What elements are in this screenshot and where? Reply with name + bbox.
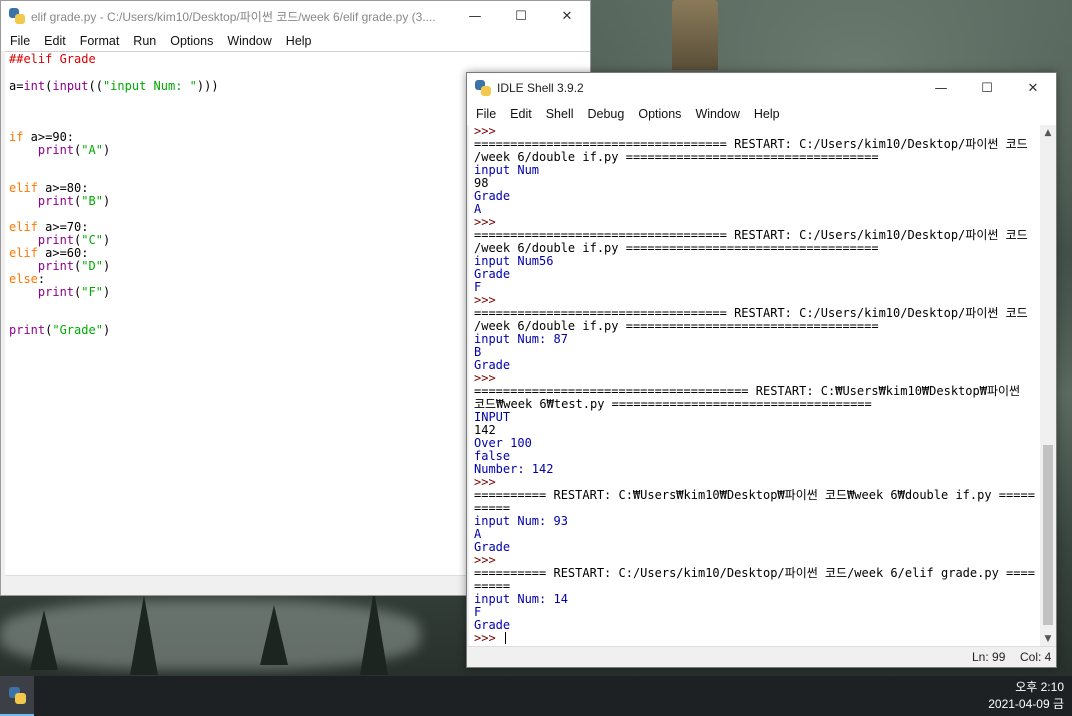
python-icon [9,8,25,24]
code-line: a=int(input(("input Num: "))) [9,79,219,93]
shell-line: Number: 142 [474,462,554,476]
shell-line: Grade [474,267,511,281]
shell-line: Grade [474,189,511,203]
scroll-down-icon[interactable]: ▼ [1040,631,1056,647]
shell-line: A [474,202,482,216]
shell-line: /week 6/double if.py ===================… [474,150,879,164]
shell-statusbar: Ln: 99 Col: 4 [467,646,1056,667]
shell-window: IDLE Shell 3.9.2 — ☐ ✕ File Edit Shell Debu… [466,72,1057,668]
shell-output[interactable]: >>> =================================== R… [469,125,1041,647]
vertical-scrollbar[interactable]: ▲ ▼ [1040,125,1056,647]
shell-line: 코드₩week 6₩test.py ======================… [474,397,872,411]
shell-line: input Num56 [474,254,554,268]
shell-line: ========== RESTART: C:/Users/kim10/Deskt… [474,566,1035,580]
taskbar: 오후 2:10 2021-04-09 금 [0,676,1072,716]
background-castle [672,0,718,70]
shell-menu-debug[interactable]: Debug [581,107,632,121]
editor-titlebar[interactable]: elif grade.py - C:/Users/kim10/Desktop/파… [1,1,590,31]
editor-menu-edit[interactable]: Edit [37,34,73,48]
shell-menu-window[interactable]: Window [688,107,746,121]
close-icon[interactable]: ✕ [1010,73,1056,103]
code-line: print("A") [37,143,111,157]
maximize-icon[interactable]: ☐ [964,73,1010,103]
editor-menu-format[interactable]: Format [73,34,127,48]
shell-line: 142 [474,423,496,437]
shell-titlebar[interactable]: IDLE Shell 3.9.2 — ☐ ✕ [467,73,1056,103]
shell-line: F [474,605,482,619]
shell-line: Grade [474,540,511,554]
code-line: print("B") [37,194,111,208]
shell-menu-edit[interactable]: Edit [503,107,539,121]
text-cursor [504,632,506,644]
clock-time: 오후 2:10 [1015,680,1064,694]
python-icon [475,80,491,96]
background-tree [130,595,158,675]
editor-menu-options[interactable]: Options [163,34,220,48]
shell-line: A [474,527,482,541]
background-tree [260,605,288,665]
background-tree [30,610,58,670]
taskbar-python-button[interactable] [0,676,34,716]
shell-menubar: File Edit Shell Debug Options Window Help [467,103,1056,125]
scroll-thumb[interactable] [1043,445,1053,625]
maximize-icon[interactable]: ☐ [498,1,544,31]
status-column: Col: 4 [1020,650,1052,664]
shell-prompt-line[interactable]: >>> [469,632,1041,645]
shell-menu-options[interactable]: Options [631,107,688,121]
shell-line: false [474,449,511,463]
shell-line: Grade [474,358,511,372]
editor-title: elif grade.py - C:/Users/kim10/Desktop/파… [31,9,436,24]
code-line: print("F") [37,285,111,299]
shell-line: INPUT [474,410,511,424]
shell-menu-file[interactable]: File [469,107,503,121]
editor-menu-window[interactable]: Window [220,34,278,48]
editor-menu-run[interactable]: Run [126,34,163,48]
shell-line: B [474,345,482,359]
shell-menu-shell[interactable]: Shell [539,107,581,121]
shell-line: ========== RESTART: C:₩Users₩kim10₩Deskt… [474,488,1035,502]
shell-line: Over 100 [474,436,532,450]
scroll-up-icon[interactable]: ▲ [1040,125,1056,141]
background-mist [0,600,420,670]
taskbar-clock[interactable]: 오후 2:10 2021-04-09 금 [988,679,1064,713]
editor-menu-file[interactable]: File [3,34,37,48]
close-icon[interactable]: ✕ [544,1,590,31]
code-line: print("Grade") [9,323,111,337]
minimize-icon[interactable]: — [452,1,498,31]
shell-line: input Num: 14 [474,592,568,606]
shell-line: /week 6/double if.py ===================… [474,241,879,255]
clock-date: 2021-04-09 금 [988,697,1064,711]
editor-menubar: File Edit Format Run Options Window Help [1,31,590,51]
shell-line: 98 [474,176,489,190]
shell-line: input Num: 87 [474,332,568,346]
shell-line: Grade [474,618,511,632]
shell-line: input Num [474,163,540,177]
shell-menu-help[interactable]: Help [747,107,787,121]
minimize-icon[interactable]: — [918,73,964,103]
shell-title: IDLE Shell 3.9.2 [497,81,584,95]
background-tree [360,590,388,675]
code-line: ##elif Grade [9,52,96,66]
shell-line: input Num: 93 [474,514,568,528]
editor-menu-help[interactable]: Help [279,34,319,48]
shell-line: F [474,280,482,294]
status-line: Ln: 99 [972,650,1006,664]
